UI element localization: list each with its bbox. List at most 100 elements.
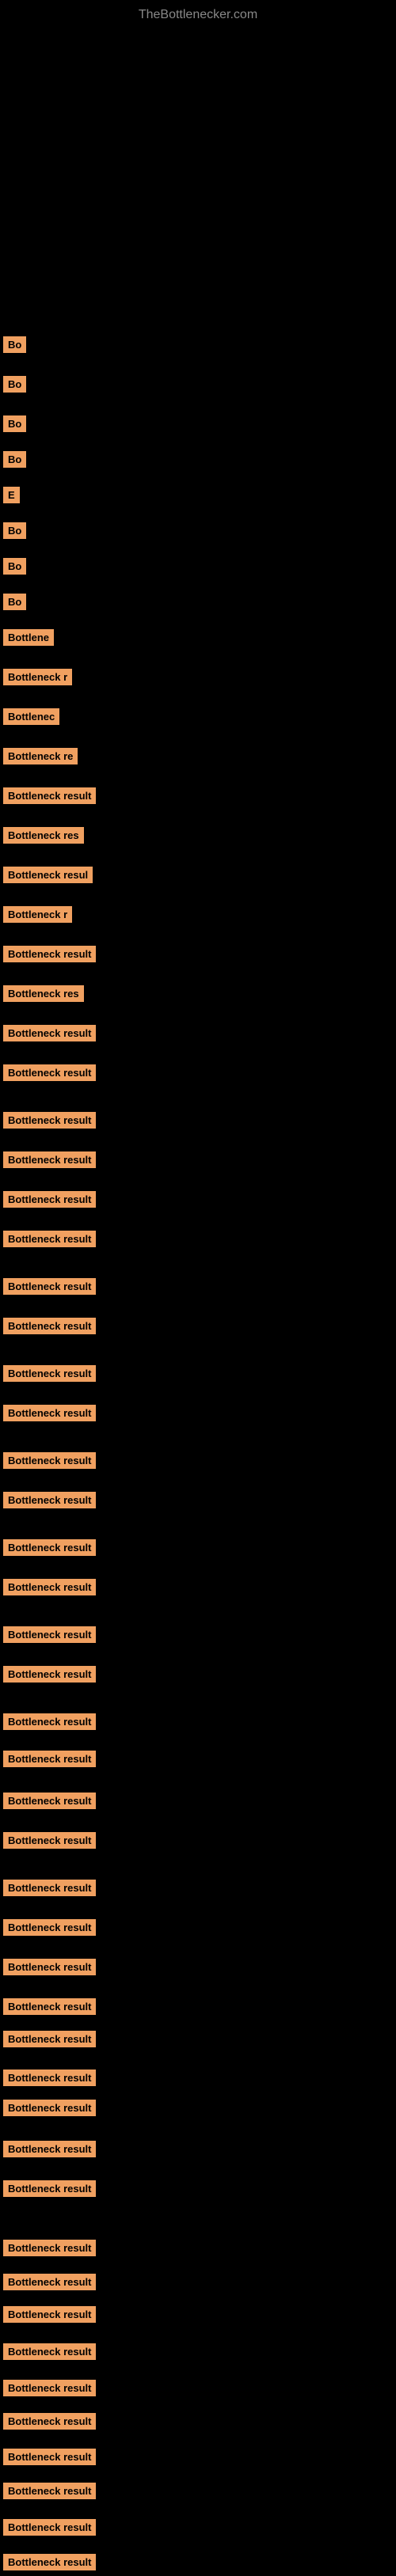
bottleneck-result-wrapper: Bottleneck result — [2, 786, 96, 810]
bottleneck-result-wrapper: Bottleneck result — [2, 1918, 96, 1941]
bottleneck-result-wrapper: Bottleneck result — [2, 1150, 96, 1174]
bottleneck-result-label: Bottleneck res — [3, 827, 84, 844]
bottleneck-result-label: Bottleneck result — [3, 1919, 96, 1936]
bottleneck-result-label: Bottleneck result — [3, 2240, 96, 2256]
bottleneck-result-wrapper: Bottleneck result — [2, 1490, 96, 1514]
bottleneck-result-label: Bottleneck result — [3, 2100, 96, 2116]
bottleneck-result-wrapper: Bottleneck result — [2, 1791, 96, 1815]
bottleneck-result-label: Bottleneck result — [3, 1579, 96, 1595]
bottleneck-result-label: Bottleneck result — [3, 946, 96, 962]
bottleneck-result-label: Bottleneck result — [3, 1231, 96, 1247]
bottleneck-result-label: Bottleneck result — [3, 1365, 96, 1382]
bottleneck-result-wrapper: Bo — [2, 335, 26, 359]
bottleneck-result-label: Bo — [3, 558, 26, 575]
bottleneck-result-label: Bottleneck result — [3, 1998, 96, 2015]
bottleneck-result-wrapper: Bo — [2, 521, 26, 544]
bottleneck-result-wrapper: Bottleneck result — [2, 1229, 96, 1253]
bottleneck-result-label: E — [3, 487, 20, 503]
bottleneck-result-wrapper: Bottleneck result — [2, 1364, 96, 1387]
bottleneck-result-wrapper: Bottleneck result — [2, 1957, 96, 1981]
bottleneck-result-wrapper: Bottleneck result — [2, 1110, 96, 1134]
bottleneck-result-wrapper: Bottleneck result — [2, 2179, 96, 2202]
bottleneck-result-label: Bottleneck res — [3, 985, 84, 1002]
bottleneck-result-wrapper: Bo — [2, 374, 26, 398]
bottleneck-result-wrapper: Bottleneck result — [2, 1997, 96, 2020]
bottleneck-result-label: Bottleneck result — [3, 1880, 96, 1896]
bottleneck-result-wrapper: Bottleneck result — [2, 2305, 96, 2328]
bottleneck-result-label: Bottleneck result — [3, 1832, 96, 1849]
bottleneck-result-label: Bottleneck result — [3, 1318, 96, 1334]
bottleneck-result-label: Bo — [3, 451, 26, 468]
bottleneck-result-label: Bottleneck result — [3, 2519, 96, 2536]
bottleneck-result-wrapper: Bottleneck res — [2, 825, 84, 849]
bottleneck-result-label: Bottleneck result — [3, 1025, 96, 1041]
site-title: TheBottlenecker.com — [0, 0, 396, 26]
bottleneck-result-label: Bottleneck result — [3, 1959, 96, 1975]
bottleneck-result-wrapper: Bottleneck r — [2, 905, 72, 928]
bottleneck-result-label: Bottlenec — [3, 708, 59, 725]
bottleneck-result-wrapper: Bottleneck result — [2, 1316, 96, 1340]
bottleneck-result-wrapper: Bottleneck result — [2, 2447, 96, 2471]
bottleneck-result-label: Bo — [3, 594, 26, 610]
bottleneck-result-wrapper: Bottleneck result — [2, 2272, 96, 2296]
bottleneck-result-label: Bottleneck result — [3, 2274, 96, 2290]
bottleneck-result-wrapper: Bottleneck r — [2, 667, 72, 691]
bottleneck-result-label: Bottleneck result — [3, 1151, 96, 1168]
bottleneck-result-label: Bottleneck result — [3, 2031, 96, 2047]
bottleneck-result-label: Bottleneck result — [3, 1191, 96, 1208]
bottleneck-result-label: Bottleneck r — [3, 906, 72, 923]
bottleneck-result-wrapper: Bottleneck resul — [2, 865, 93, 889]
bottleneck-result-wrapper: Bo — [2, 414, 26, 438]
bottleneck-result-label: Bo — [3, 415, 26, 432]
bottleneck-result-wrapper: Bottlenec — [2, 707, 59, 730]
bottleneck-result-wrapper: Bottleneck result — [2, 2098, 96, 2122]
bottleneck-result-label: Bo — [3, 376, 26, 393]
bottleneck-result-label: Bottleneck result — [3, 2141, 96, 2157]
bottleneck-result-wrapper: E — [2, 485, 20, 509]
bottleneck-result-wrapper: Bottleneck result — [2, 1664, 96, 1688]
bottleneck-result-label: Bottleneck re — [3, 748, 78, 764]
bottleneck-result-wrapper: Bottleneck result — [2, 1538, 96, 1561]
bottleneck-result-wrapper: Bottleneck result — [2, 1712, 96, 1736]
bottleneck-result-label: Bottleneck result — [3, 1064, 96, 1081]
bottleneck-result-label: Bottleneck r — [3, 669, 72, 685]
bottleneck-result-wrapper: Bottleneck result — [2, 2481, 96, 2505]
bottleneck-result-label: Bottleneck result — [3, 2483, 96, 2499]
bottleneck-result-label: Bottleneck result — [3, 2070, 96, 2086]
bottleneck-result-wrapper: Bottleneck result — [2, 1749, 96, 1773]
bottleneck-result-wrapper: Bottlene — [2, 628, 54, 651]
bottleneck-result-wrapper: Bottleneck result — [2, 2068, 96, 2092]
bottleneck-result-label: Bottleneck result — [3, 2180, 96, 2197]
bottleneck-result-wrapper: Bo — [2, 592, 26, 616]
bottleneck-result-label: Bottleneck result — [3, 1492, 96, 1508]
bottleneck-result-wrapper: Bottleneck result — [2, 1831, 96, 1854]
bottleneck-result-label: Bottleneck result — [3, 787, 96, 804]
bottleneck-result-wrapper: Bottleneck result — [2, 2342, 96, 2365]
bottleneck-result-wrapper: Bottleneck result — [2, 1277, 96, 1300]
bottleneck-result-label: Bottleneck result — [3, 1539, 96, 1556]
bottleneck-result-label: Bottleneck result — [3, 1405, 96, 1421]
bottleneck-result-label: Bottleneck result — [3, 1626, 96, 1643]
bottleneck-result-label: Bottleneck result — [3, 2343, 96, 2360]
bottleneck-result-label: Bottleneck result — [3, 1452, 96, 1469]
bottleneck-result-wrapper: Bo — [2, 556, 26, 580]
bottleneck-result-label: Bottleneck resul — [3, 867, 93, 883]
bottleneck-result-label: Bo — [3, 522, 26, 539]
bottleneck-result-wrapper: Bottleneck result — [2, 1063, 96, 1087]
bottleneck-result-wrapper: Bottleneck result — [2, 2139, 96, 2163]
bottleneck-result-label: Bottleneck result — [3, 2413, 96, 2430]
bottleneck-result-wrapper: Bottleneck result — [2, 1023, 96, 1047]
bottleneck-result-wrapper: Bottleneck re — [2, 746, 78, 770]
bottleneck-result-wrapper: Bottleneck result — [2, 1878, 96, 1902]
bottleneck-result-label: Bottleneck result — [3, 1666, 96, 1683]
bottleneck-result-wrapper: Bottleneck result — [2, 2378, 96, 2402]
bottleneck-result-wrapper: Bottleneck result — [2, 1403, 96, 1427]
bottleneck-result-label: Bottleneck result — [3, 2449, 96, 2465]
bottleneck-result-label: Bo — [3, 336, 26, 353]
bottleneck-result-label: Bottleneck result — [3, 1278, 96, 1295]
bottleneck-result-wrapper: Bottleneck result — [2, 944, 96, 968]
bottleneck-result-wrapper: Bottleneck result — [2, 2029, 96, 2053]
bottleneck-result-wrapper: Bottleneck result — [2, 2517, 96, 2541]
bottleneck-result-wrapper: Bottleneck result — [2, 1189, 96, 1213]
bottleneck-result-wrapper: Bottleneck result — [2, 2411, 96, 2435]
